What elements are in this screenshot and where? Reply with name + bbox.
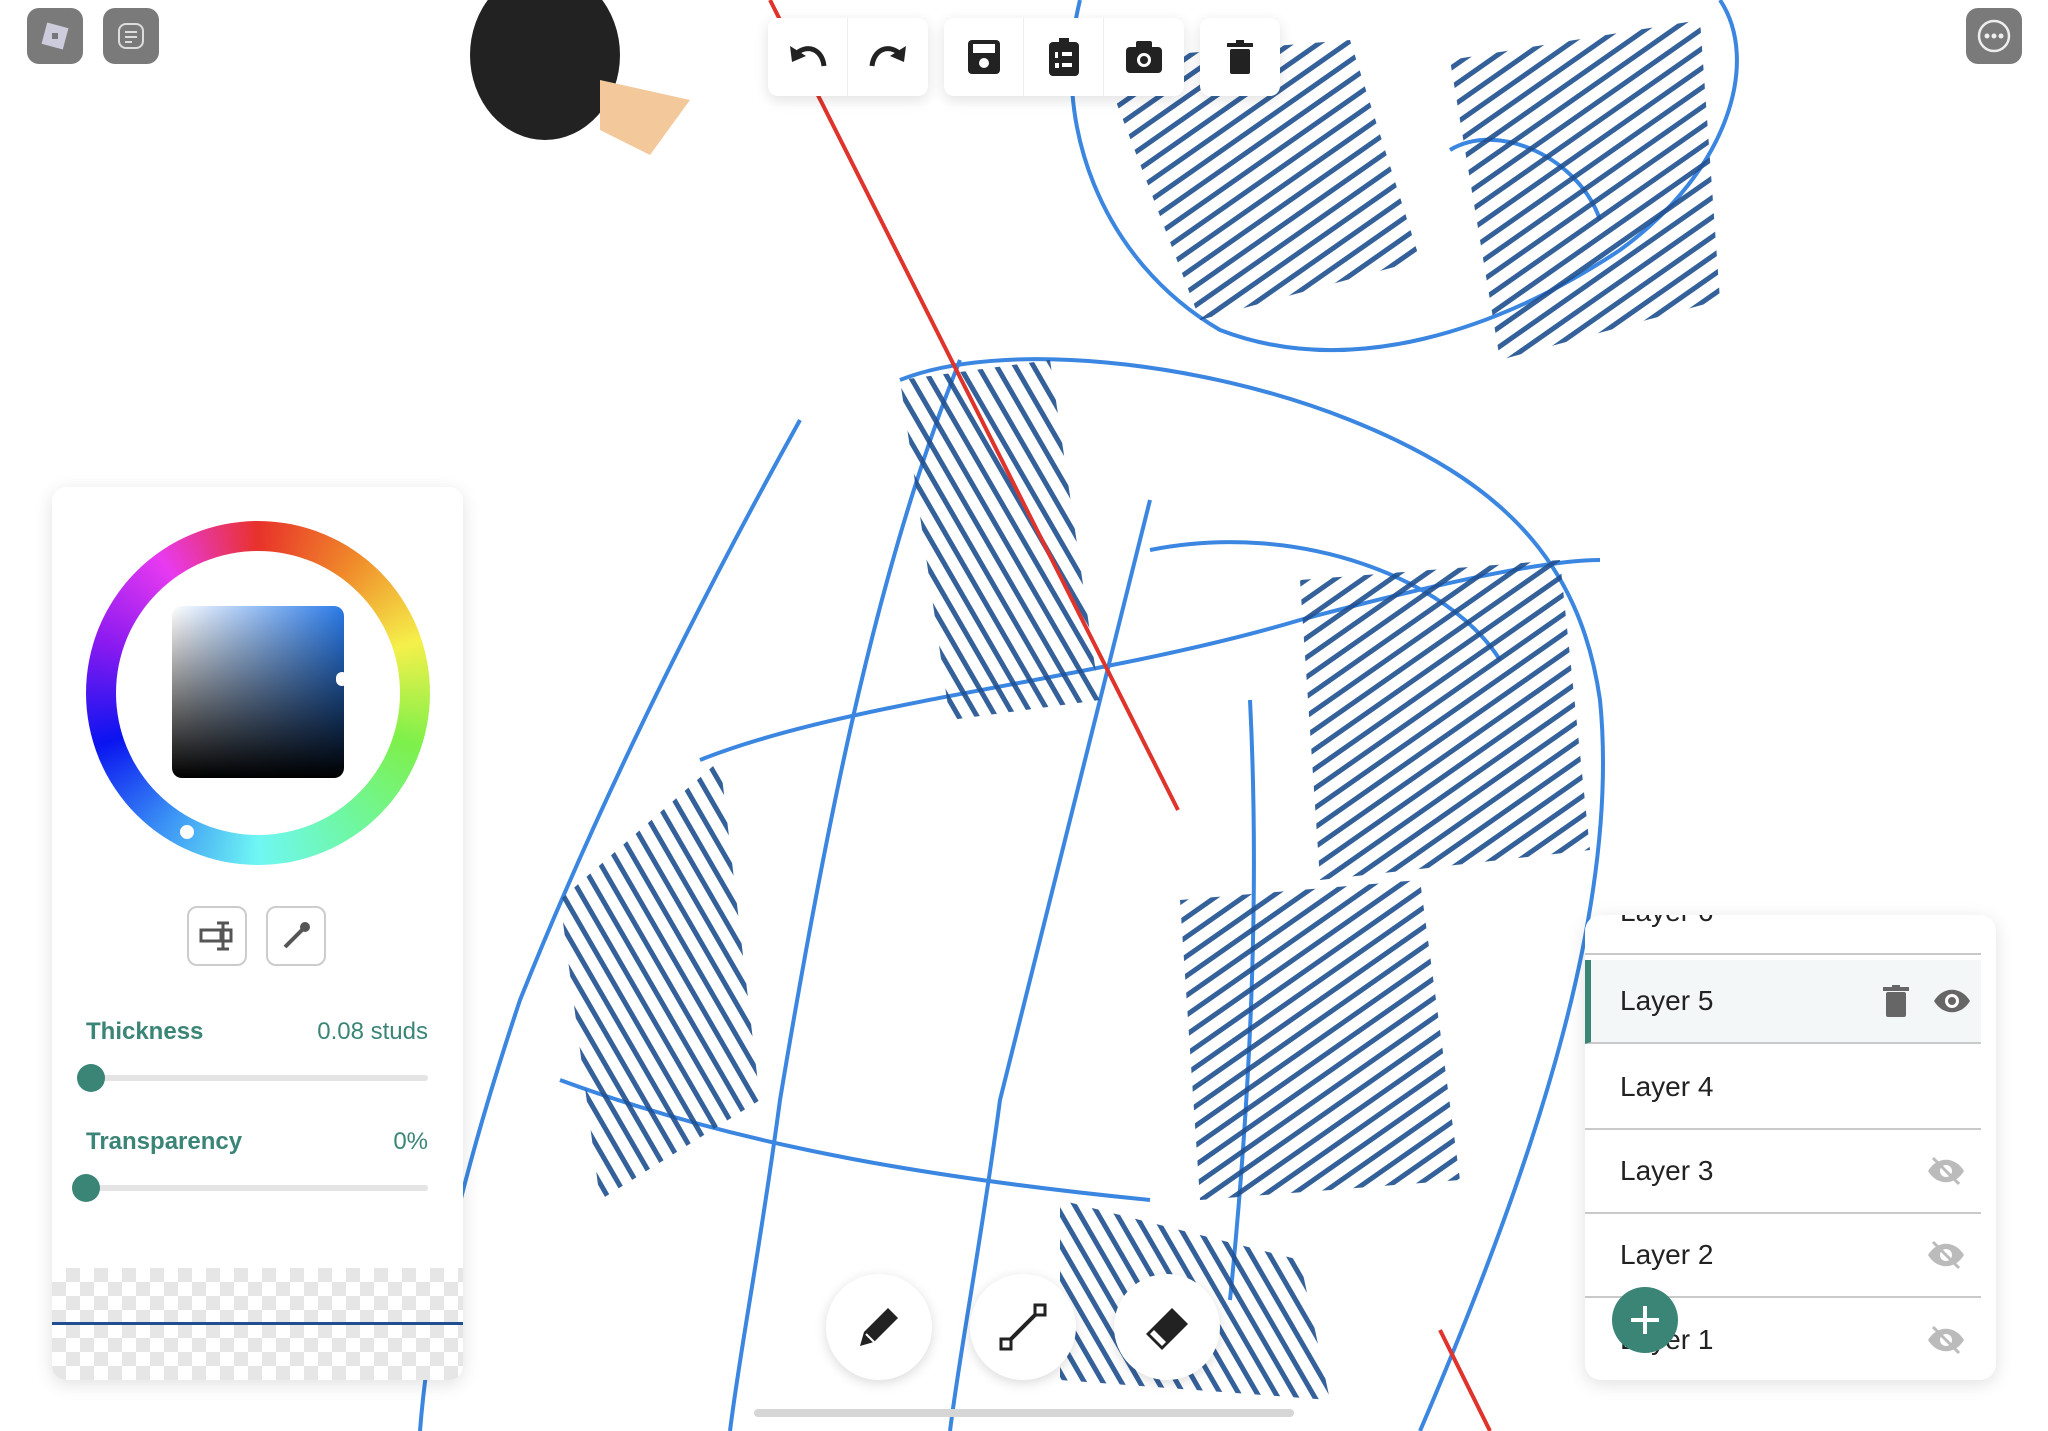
add-layer-button[interactable] bbox=[1612, 1287, 1678, 1353]
undo-button[interactable] bbox=[768, 18, 848, 96]
trash-icon[interactable] bbox=[1883, 985, 1909, 1017]
layer-item-4[interactable]: Layer 4 bbox=[1585, 1046, 1981, 1130]
home-indicator bbox=[754, 1409, 1294, 1417]
layer-item-6[interactable]: Layer 6 bbox=[1585, 915, 1981, 955]
hue-picker-handle[interactable] bbox=[180, 825, 194, 839]
save-button[interactable] bbox=[944, 18, 1024, 96]
trash-icon bbox=[1227, 40, 1253, 74]
screenshot-button[interactable] bbox=[1104, 18, 1184, 96]
eyedropper-icon bbox=[283, 922, 310, 949]
layer-label: Layer 6 bbox=[1620, 915, 1713, 928]
clipboard-list-icon bbox=[1048, 38, 1079, 76]
sv-picker-handle[interactable] bbox=[336, 672, 348, 686]
layer-item-2[interactable]: Layer 2 bbox=[1585, 1214, 1981, 1298]
transparency-value: 0% bbox=[393, 1128, 428, 1155]
eye-off-icon[interactable] bbox=[1927, 1325, 1965, 1355]
transparency-label: Transparency bbox=[86, 1128, 243, 1155]
eyedropper-button[interactable] bbox=[266, 906, 326, 966]
color-input-button[interactable] bbox=[187, 906, 247, 966]
eye-icon[interactable] bbox=[1933, 988, 1971, 1014]
layer-label: Layer 5 bbox=[1620, 985, 1714, 1016]
delete-toolbar bbox=[1200, 18, 1280, 96]
pencil-tool-button[interactable] bbox=[826, 1274, 932, 1380]
ellipsis-icon bbox=[1977, 19, 2011, 53]
transparency-slider[interactable] bbox=[86, 1185, 428, 1191]
layer-item-5[interactable]: Layer 5 bbox=[1585, 960, 1981, 1044]
thickness-slider[interactable] bbox=[86, 1075, 428, 1081]
layer-item-3[interactable]: Layer 3 bbox=[1585, 1130, 1981, 1214]
character-avatar bbox=[470, 0, 690, 155]
save-icon bbox=[967, 40, 1000, 74]
line-tool-button[interactable] bbox=[970, 1274, 1076, 1380]
clear-canvas-button[interactable] bbox=[1200, 18, 1280, 96]
eraser-tool-button[interactable] bbox=[1114, 1274, 1220, 1380]
line-icon bbox=[999, 1303, 1047, 1351]
eye-off-icon[interactable] bbox=[1927, 1240, 1965, 1270]
saturation-value-square[interactable] bbox=[172, 606, 344, 778]
chat-button[interactable] bbox=[103, 8, 159, 64]
redo-button[interactable] bbox=[848, 18, 928, 96]
history-toolbar bbox=[768, 18, 928, 96]
layers-list-button[interactable] bbox=[1024, 18, 1104, 96]
thickness-label: Thickness bbox=[86, 1018, 204, 1045]
undo-icon bbox=[789, 46, 826, 67]
roblox-menu-button[interactable] bbox=[27, 8, 83, 64]
eye-off-icon[interactable] bbox=[1927, 1156, 1965, 1186]
chat-icon bbox=[118, 23, 144, 49]
thickness-value: 0.08 studs bbox=[317, 1018, 428, 1045]
color-panel bbox=[52, 487, 463, 1380]
layer-label: Layer 2 bbox=[1620, 1239, 1714, 1270]
layer-label: Layer 3 bbox=[1620, 1155, 1714, 1186]
layer-label: Layer 4 bbox=[1620, 1071, 1714, 1102]
more-options-button[interactable] bbox=[1966, 8, 2022, 64]
color-input-icon bbox=[199, 921, 233, 951]
redo-icon bbox=[869, 46, 906, 67]
plus-icon bbox=[1631, 1306, 1659, 1334]
file-toolbar bbox=[944, 18, 1184, 96]
transparency-slider-handle[interactable] bbox=[72, 1174, 100, 1202]
pencil-icon bbox=[860, 1308, 898, 1346]
eraser-icon bbox=[1146, 1308, 1188, 1350]
roblox-logo-icon bbox=[41, 22, 69, 50]
hatching bbox=[560, 20, 1720, 1400]
camera-icon bbox=[1126, 41, 1162, 73]
stroke-preview bbox=[52, 1268, 463, 1380]
thickness-slider-handle[interactable] bbox=[77, 1064, 105, 1092]
